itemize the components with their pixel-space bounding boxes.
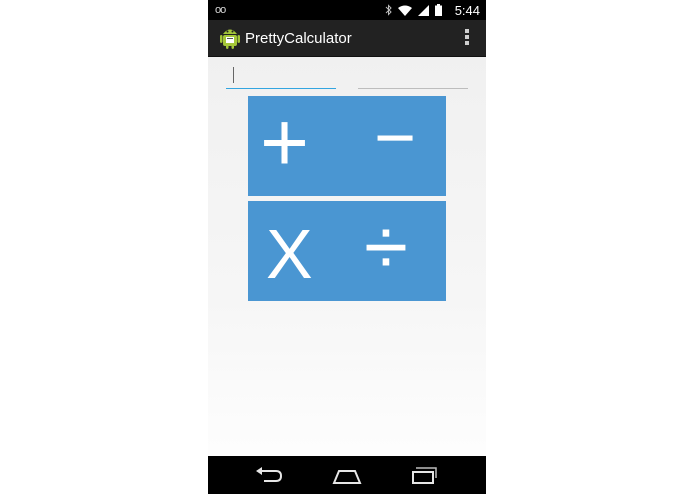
wifi-icon: [398, 5, 412, 16]
status-bar: oo 5:44: [208, 0, 486, 20]
multiply-divide-button[interactable]: X ÷: [248, 201, 446, 301]
voicemail-icon: oo: [215, 4, 226, 16]
overflow-menu-icon[interactable]: [464, 29, 470, 47]
add-subtract-button[interactable]: + −: [248, 96, 446, 196]
bluetooth-icon: [385, 4, 392, 16]
recents-icon[interactable]: [410, 464, 440, 486]
clock: 5:44: [454, 3, 480, 18]
phone-screen: oo 5:44 PrettyCalculator + − X ÷: [208, 0, 486, 494]
add-symbol: +: [260, 95, 310, 189]
multiply-symbol: X: [266, 215, 313, 293]
home-icon[interactable]: [332, 464, 362, 486]
back-icon[interactable]: [254, 464, 284, 486]
app-title: PrettyCalculator: [245, 30, 352, 47]
second-number-input[interactable]: [358, 66, 468, 89]
android-icon: [220, 29, 240, 49]
signal-icon: [418, 4, 429, 16]
navigation-bar: [208, 456, 486, 494]
text-cursor: [233, 67, 234, 83]
subtract-symbol: −: [374, 98, 417, 178]
battery-icon: [435, 4, 442, 16]
divide-symbol: ÷: [364, 202, 408, 291]
first-number-input[interactable]: [226, 66, 336, 89]
